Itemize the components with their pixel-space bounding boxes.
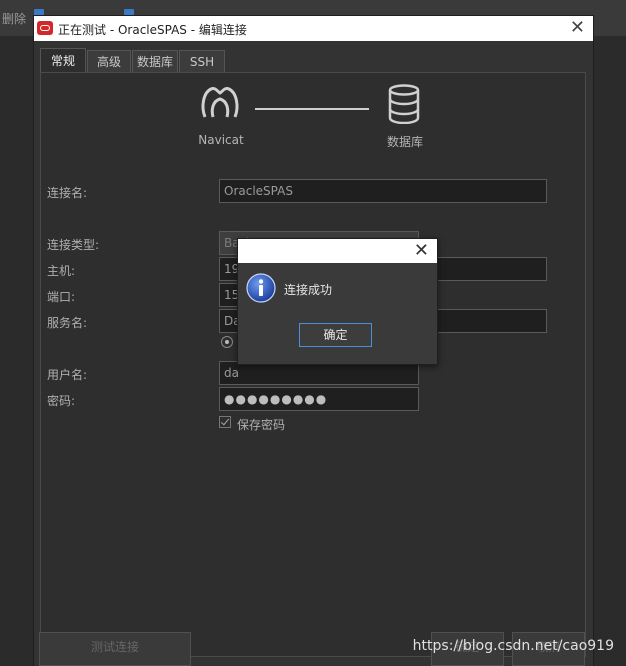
service-radio[interactable] — [221, 336, 233, 348]
info-icon — [246, 273, 276, 303]
username-label: 用户名: — [47, 368, 88, 382]
close-icon[interactable]: ✕ — [414, 240, 429, 262]
save-password-checkbox[interactable] — [219, 416, 231, 428]
connection-name-input[interactable]: OracleSPAS — [219, 179, 547, 203]
connection-type-label: 连接类型: — [47, 238, 100, 252]
navicat-icon — [201, 87, 239, 118]
database-label: 数据库 — [386, 135, 423, 149]
password-input[interactable]: ●●●●●●●●● — [219, 387, 419, 411]
tab-database[interactable]: 数据库 — [132, 50, 178, 72]
save-password-label: 保存密码 — [237, 418, 286, 432]
navicat-label: Navicat — [198, 133, 244, 147]
test-connection-button[interactable]: 测试连接 — [39, 632, 191, 666]
delete-label[interactable]: 删除 — [2, 10, 26, 27]
dialog-titlebar: ✕ — [238, 239, 437, 263]
tab-ssh[interactable]: SSH — [179, 50, 225, 72]
password-label: 密码: — [47, 394, 76, 408]
connection-success-dialog: ✕ 连接成功 确定 — [237, 238, 438, 365]
close-icon[interactable]: ✕ — [570, 18, 585, 38]
window-titlebar: 正在测试 - OracleSPAS - 编辑连接 ✕ — [34, 16, 593, 41]
tab-advanced[interactable]: 高级 — [87, 50, 131, 72]
connection-name-label: 连接名: — [47, 186, 88, 200]
port-label: 端口: — [47, 290, 76, 304]
connection-line — [255, 108, 369, 110]
host-label: 主机: — [47, 264, 76, 278]
tab-general[interactable]: 常规 — [40, 48, 86, 72]
ok-button[interactable]: 确定 — [299, 323, 372, 347]
dialog-message: 连接成功 — [284, 283, 333, 297]
window-title: 正在测试 - OracleSPAS - 编辑连接 — [58, 23, 247, 37]
database-icon — [388, 84, 420, 124]
service-name-label: 服务名: — [47, 316, 88, 330]
oracle-icon — [37, 21, 53, 35]
watermark: https://blog.csdn.net/cao919 — [412, 638, 614, 654]
